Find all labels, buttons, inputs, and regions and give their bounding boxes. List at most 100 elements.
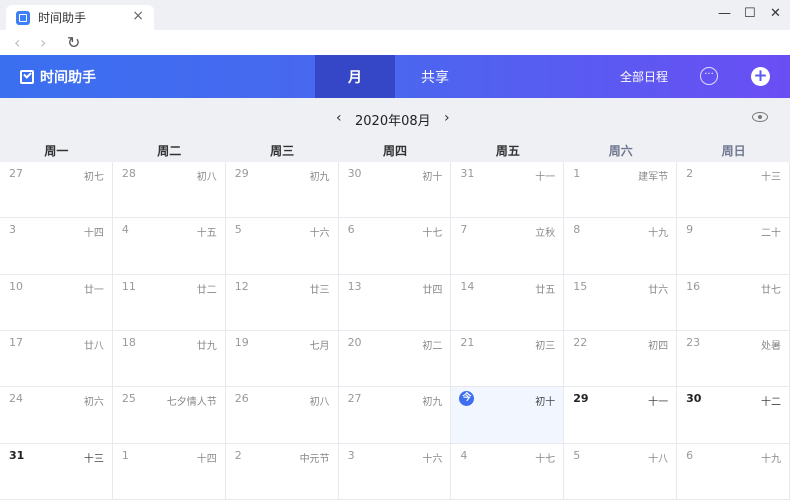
calendar-day[interactable]: 5 十六 [225, 218, 339, 275]
day-number: 19 [234, 335, 249, 349]
calendar-day[interactable]: 2 中元节 [225, 443, 339, 500]
all-schedules-button[interactable]: 全部日程 [620, 68, 668, 85]
weekday-label: 周六 [608, 144, 633, 158]
calendar-day[interactable]: 15 廿六 [564, 274, 678, 331]
calendar-day[interactable]: 28 初八 [112, 162, 226, 219]
lunar-date: 十一 [535, 172, 556, 183]
calendar-day[interactable]: 1 十四 [112, 443, 226, 500]
calendar-day[interactable]: 31 十三 [0, 443, 113, 500]
today-badge: 今 [459, 391, 475, 407]
minimize-icon[interactable]: — [718, 6, 731, 21]
calendar-day[interactable]: 3 十六 [338, 443, 452, 500]
day-number: 7 [460, 223, 468, 237]
calendar-day[interactable]: 27 初九 [338, 387, 452, 444]
brand-title: 时间助手 [40, 70, 96, 86]
lunar-date: 十六 [309, 228, 330, 240]
calendar-day[interactable]: 30 初十 [338, 162, 452, 219]
lunar-date: 初三 [535, 340, 556, 352]
tab-title: 时间助手 [38, 11, 87, 25]
calendar-day[interactable]: 14 廿五 [451, 274, 565, 331]
browser-nav-bar: ‹ › ↻ [0, 30, 790, 55]
day-number: 13 [347, 279, 362, 293]
calendar-day[interactable]: 20 初二 [338, 330, 452, 388]
calendar-day[interactable]: 13 廿四 [338, 274, 452, 331]
calendar-day[interactable]: 4 十七 [451, 443, 565, 500]
calendar-day[interactable]: 4 十五 [112, 218, 226, 275]
lunar-date: 初九 [422, 397, 443, 409]
window-close-icon[interactable]: ✕ [770, 6, 781, 21]
day-number: 2 [234, 448, 242, 462]
calendar-day[interactable]: 8 十九 [564, 218, 678, 275]
add-event-icon[interactable]: + [751, 67, 770, 86]
lunar-date: 十六 [422, 453, 443, 465]
calendar-day[interactable]: 10 廿一 [0, 274, 113, 331]
day-number: 8 [573, 223, 581, 237]
calendar-day[interactable]: 12 廿三 [225, 274, 339, 331]
lunar-date: 十四 [196, 453, 217, 465]
day-number: 4 [460, 448, 468, 462]
weekday-label: 周二 [157, 144, 182, 158]
day-number: 17 [9, 335, 23, 349]
calendar-day[interactable]: 22 初四 [564, 330, 678, 388]
lunar-date: 初十 [535, 397, 556, 409]
reload-icon[interactable]: ↻ [67, 33, 80, 52]
calendar-day-today[interactable]: 今 初十 [451, 387, 565, 444]
day-number: 29 [234, 167, 249, 180]
maximize-icon[interactable]: ☐ [744, 6, 756, 21]
lunar-date: 十三 [760, 172, 781, 183]
tab-share[interactable]: 共享 [395, 55, 475, 98]
day-number: 3 [347, 448, 355, 462]
calendar-day[interactable]: 9 二十 [677, 218, 790, 275]
close-tab-icon[interactable]: × [132, 8, 144, 24]
calendar-day[interactable]: 16 廿七 [677, 274, 790, 331]
forward-icon[interactable]: › [40, 33, 46, 52]
weekday-label: 周一 [44, 144, 69, 158]
back-icon[interactable]: ‹ [14, 33, 20, 52]
day-number: 30 [347, 167, 362, 180]
day-number: 15 [573, 279, 588, 293]
calendar-day[interactable]: 31 十一 [451, 162, 565, 219]
more-icon[interactable]: ··· [700, 67, 718, 85]
calendar-day[interactable]: 5 十八 [564, 443, 678, 500]
calendar-day[interactable]: 23 处暑 [677, 330, 790, 388]
day-number: 5 [573, 448, 581, 462]
calendar-day[interactable]: 29 十一 [564, 387, 678, 444]
lunar-date: 廿五 [535, 284, 556, 296]
calendar-day[interactable]: 7 立秋 [451, 218, 565, 275]
calendar-day[interactable]: 19 七月 [225, 330, 339, 388]
calendar-day[interactable]: 2 十三 [677, 162, 790, 219]
day-number: 24 [9, 392, 23, 406]
calendar-day[interactable]: 29 初九 [225, 162, 339, 219]
calendar-day[interactable]: 30 十二 [677, 387, 790, 444]
calendar-day[interactable]: 17 廿八 [0, 330, 113, 388]
calendar-day[interactable]: 1 建军节 [564, 162, 678, 219]
calendar-day[interactable]: 26 初八 [225, 387, 339, 444]
lunar-date: 十七 [422, 228, 443, 240]
lunar-date: 建军节 [638, 172, 669, 183]
month-nav: ‹ 2020年08月 › [0, 98, 790, 140]
lunar-date: 十九 [760, 453, 781, 465]
eye-icon[interactable] [752, 112, 768, 122]
lunar-date: 立秋 [535, 228, 556, 240]
calendar-day[interactable]: 6 十九 [677, 443, 790, 500]
calendar-day[interactable]: 27 初七 [0, 162, 113, 219]
calendar-day[interactable]: 25 七夕情人节 [112, 387, 226, 444]
day-number: 30 [686, 392, 702, 406]
lunar-date: 十四 [83, 228, 104, 240]
day-number: 3 [9, 223, 16, 237]
calendar-day[interactable]: 21 初三 [451, 330, 565, 388]
browser-tab[interactable]: 时间助手 × [6, 5, 154, 30]
calendar-day[interactable]: 18 廿九 [112, 330, 226, 388]
weekday-label: 周日 [721, 144, 746, 158]
calendar-day[interactable]: 3 十四 [0, 218, 113, 275]
next-month-icon[interactable]: › [444, 110, 450, 126]
calendar-day[interactable]: 6 十七 [338, 218, 452, 275]
calendar-day[interactable]: 24 初六 [0, 387, 113, 444]
calendar-day[interactable]: 11 廿二 [112, 274, 226, 331]
lunar-date: 初十 [422, 172, 443, 183]
lunar-date: 初二 [422, 340, 443, 352]
checkbox-icon [20, 70, 34, 84]
prev-month-icon[interactable]: ‹ [336, 110, 342, 126]
tab-month[interactable]: 月 [315, 55, 395, 98]
month-label: 2020年08月 [355, 114, 431, 129]
